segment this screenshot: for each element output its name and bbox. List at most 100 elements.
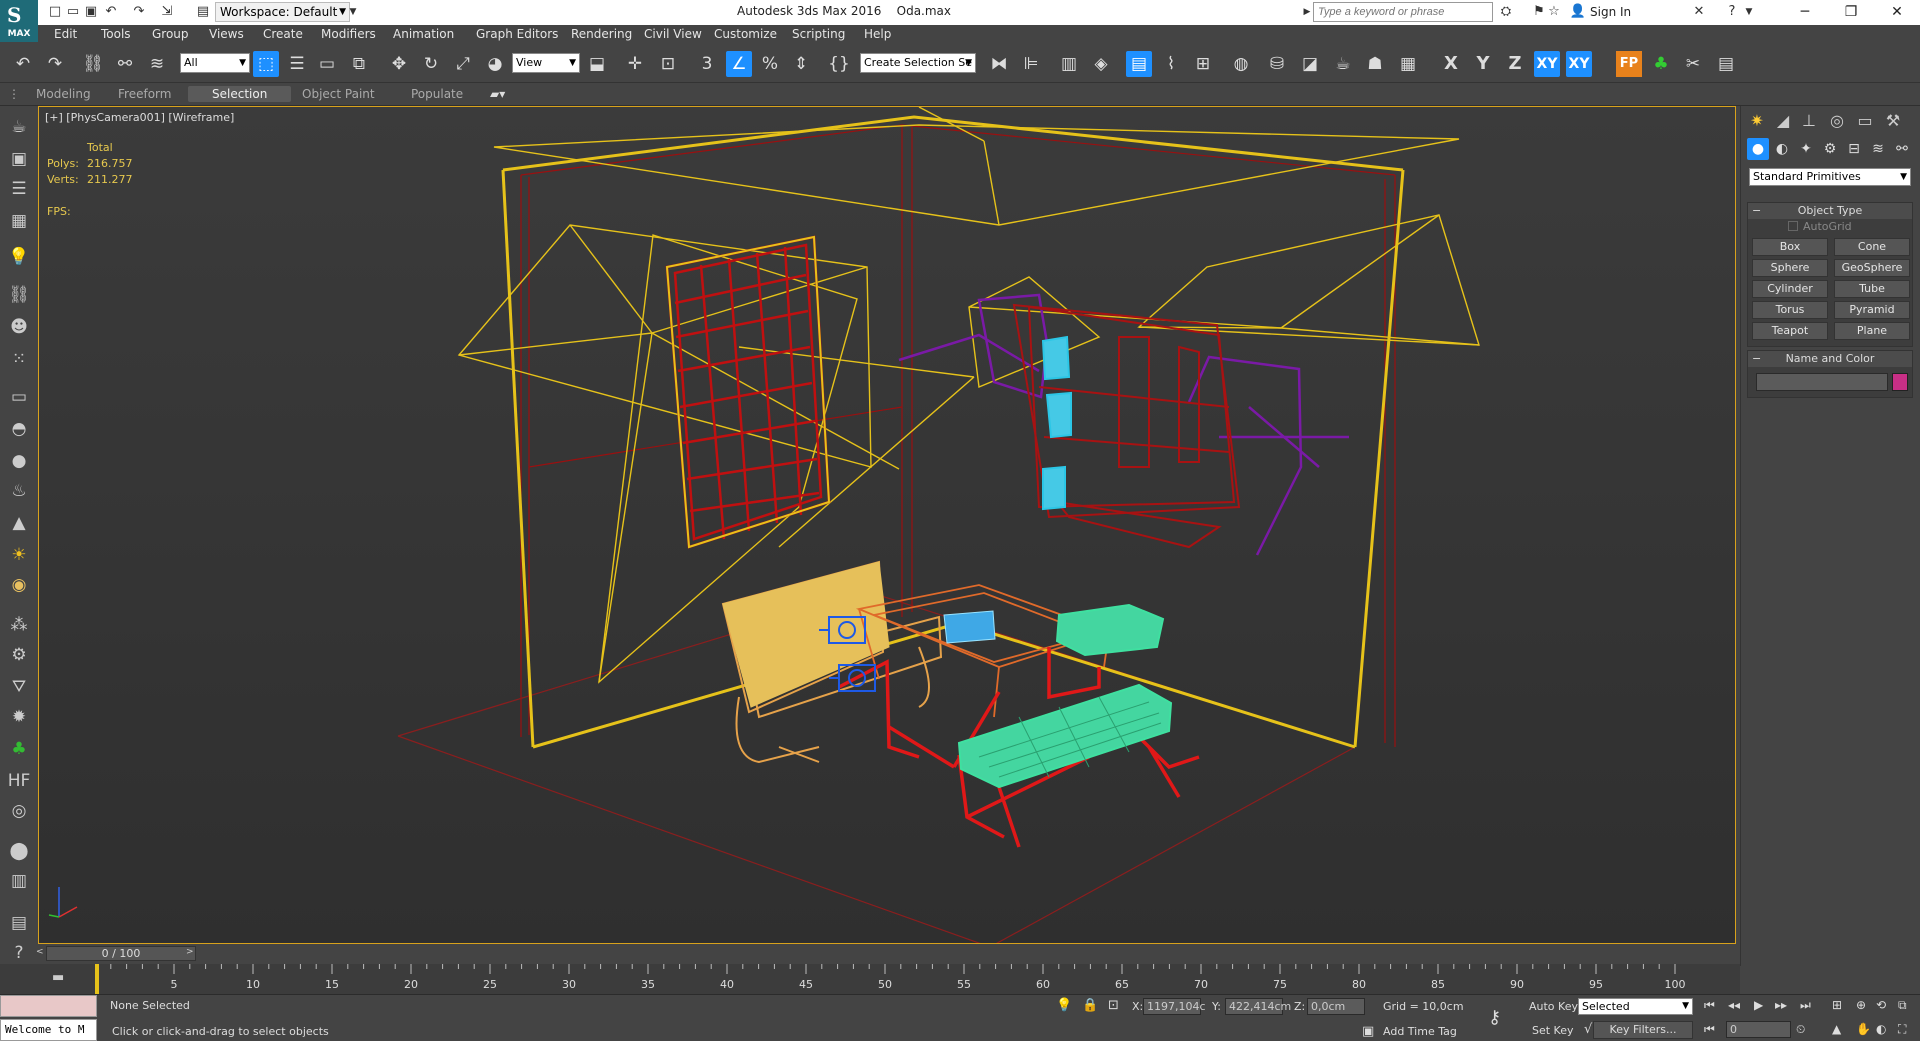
- zoom-all-icon[interactable]: ⊕: [1856, 998, 1866, 1012]
- redo-icon[interactable]: ↷: [42, 51, 68, 77]
- mirror-icon[interactable]: ⧓: [986, 51, 1012, 77]
- plant-icon[interactable]: ♣: [7, 738, 31, 760]
- cone-icon[interactable]: ▲: [7, 512, 31, 534]
- object-type-header[interactable]: − Object Type: [1748, 203, 1912, 219]
- exchange-icon[interactable]: ✕: [1690, 3, 1708, 21]
- object-name-input[interactable]: [1756, 373, 1888, 391]
- menu-tools[interactable]: Tools: [101, 27, 131, 41]
- pivot-center-icon[interactable]: ⬓: [584, 51, 610, 77]
- close-button[interactable]: ✕: [1874, 0, 1920, 25]
- time-tag-icon[interactable]: ▣: [1362, 1024, 1374, 1039]
- angle-snap-icon[interactable]: ∠: [726, 51, 752, 77]
- table-icon[interactable]: ▥: [7, 870, 31, 892]
- hierarchy-tab-icon[interactable]: ⊥: [1797, 109, 1821, 133]
- pyramid-button[interactable]: Pyramid: [1834, 301, 1910, 319]
- selection-filter-dropdown[interactable]: All ▼: [180, 53, 250, 73]
- light-bulb-icon[interactable]: 💡: [7, 246, 31, 268]
- tab-freeform[interactable]: Freeform: [118, 87, 171, 101]
- chain-icon[interactable]: ⛓: [7, 284, 31, 306]
- plane-icon[interactable]: ▭: [7, 386, 31, 408]
- absolute-mode-icon[interactable]: ⊡: [1108, 998, 1119, 1013]
- link-icon[interactable]: ⛓: [80, 51, 106, 77]
- material-ball-icon[interactable]: ◉: [7, 574, 31, 596]
- geometry-icon[interactable]: ●: [1747, 138, 1769, 160]
- move-icon[interactable]: ✥: [386, 51, 412, 77]
- help-circle-icon[interactable]: ?: [7, 942, 31, 964]
- sphere-icon[interactable]: ●: [7, 450, 31, 472]
- render-production-icon[interactable]: ☕: [1330, 51, 1356, 77]
- zoom-extents-icon[interactable]: ⊞: [1832, 998, 1842, 1012]
- render-activeshade-icon[interactable]: ▦: [1395, 51, 1421, 77]
- key-icon[interactable]: ⚷: [1488, 1007, 1501, 1028]
- workspace-dropdown[interactable]: Workspace: Default ▼: [215, 2, 350, 22]
- utilities-tab-icon[interactable]: ⚒: [1881, 109, 1905, 133]
- key-mode-dropdown[interactable]: Selected ▼: [1578, 998, 1693, 1015]
- add-time-tag-button[interactable]: Add Time Tag: [1383, 1025, 1457, 1038]
- select-manipulate-icon[interactable]: ✛: [622, 51, 648, 77]
- tab-selection[interactable]: Selection: [188, 86, 292, 102]
- rect-selection-icon[interactable]: ▭: [314, 51, 340, 77]
- scale-icon[interactable]: ⤢: [450, 51, 476, 77]
- favorites-star-icon[interactable]: ☆: [1545, 3, 1563, 21]
- default-tangents-icon[interactable]: √: [1584, 1022, 1592, 1037]
- scene-explorer-icon[interactable]: ▥: [1056, 51, 1082, 77]
- field-of-view-icon[interactable]: ▲: [1832, 1022, 1841, 1036]
- teapot-icon[interactable]: ☕: [7, 116, 31, 138]
- face-icon[interactable]: ☻: [7, 316, 31, 338]
- tiles-icon[interactable]: ⁙: [7, 348, 31, 370]
- modify-tab-icon[interactable]: ◢: [1771, 109, 1795, 133]
- bind-space-warp-icon[interactable]: ≋: [144, 51, 170, 77]
- percent-snap-icon[interactable]: %: [757, 51, 783, 77]
- motion-tab-icon[interactable]: ◎: [1825, 109, 1849, 133]
- z-coord-field[interactable]: 0,0cm: [1307, 998, 1365, 1015]
- current-frame-field[interactable]: 0: [1726, 1021, 1791, 1038]
- go-to-end-icon[interactable]: ⏭: [1800, 998, 1811, 1013]
- reference-coord-dropdown[interactable]: View ▼: [512, 53, 580, 73]
- maximize-viewport-icon[interactable]: ⧉: [1898, 998, 1907, 1013]
- time-slider-thumb[interactable]: 0 / 100: [46, 946, 196, 961]
- menu-customize[interactable]: Customize: [714, 27, 777, 41]
- app-menu-button[interactable]: S MAX: [0, 0, 38, 42]
- align-icon[interactable]: ⊫: [1018, 51, 1044, 77]
- menu-scripting[interactable]: Scripting: [792, 27, 845, 41]
- viewport-toggle-icon[interactable]: ⛶: [1898, 1022, 1906, 1037]
- viewport-perspective[interactable]: [+] [PhysCamera001] [Wireframe] Total Po…: [38, 106, 1736, 944]
- walk-through-icon[interactable]: ◐: [1876, 1022, 1886, 1036]
- undo-icon[interactable]: ↶: [10, 51, 36, 77]
- set-key-button[interactable]: Set Key: [1532, 1024, 1574, 1037]
- viewport-label[interactable]: [+] [PhysCamera001] [Wireframe]: [45, 111, 234, 124]
- create-tab-icon[interactable]: ✷: [1745, 109, 1769, 133]
- hemisphere-icon[interactable]: ◓: [7, 418, 31, 440]
- orbit-icon[interactable]: ⟲: [1876, 998, 1886, 1012]
- render-iterative-icon[interactable]: ☗: [1362, 51, 1388, 77]
- grid-panel-icon[interactable]: ▦: [7, 210, 31, 232]
- primitive-category-dropdown[interactable]: Standard Primitives ▼: [1749, 168, 1911, 186]
- menu-civil-view[interactable]: Civil View: [644, 27, 702, 41]
- key-mode-toggle-icon[interactable]: ⏮: [1704, 1022, 1715, 1037]
- cone-button[interactable]: Cone: [1834, 238, 1910, 256]
- help-dropdown-icon[interactable]: ▼: [1740, 3, 1758, 21]
- window-crossing-icon[interactable]: ⧉: [346, 51, 372, 77]
- save-file-icon[interactable]: ▣: [82, 3, 100, 21]
- track-ruler[interactable]: 5 10 15 20 25 30 35 40 45 50 55 60 65 70 75 80 85 90 95 100: [94, 964, 1686, 994]
- axis-x-button[interactable]: X: [1438, 51, 1464, 77]
- dynamics-icon[interactable]: ⚙: [7, 644, 31, 666]
- menu-views[interactable]: Views: [209, 27, 244, 41]
- current-frame-marker[interactable]: [95, 964, 99, 994]
- go-to-start-icon[interactable]: ⏮: [1704, 998, 1715, 1013]
- minimize-button[interactable]: ─: [1782, 0, 1828, 25]
- play-icon[interactable]: ▶: [1754, 998, 1763, 1012]
- display-tab-icon[interactable]: ▭: [1853, 109, 1877, 133]
- rotate-icon[interactable]: ↻: [418, 51, 444, 77]
- curve-editor-icon[interactable]: ⌇: [1158, 51, 1184, 77]
- wireframe-scene[interactable]: [39, 107, 1736, 944]
- sun-icon[interactable]: ☀: [7, 544, 31, 566]
- key-filters-button[interactable]: Key Filters...: [1593, 1021, 1693, 1039]
- tube-button[interactable]: Tube: [1834, 280, 1910, 298]
- x-coord-field[interactable]: 1197,104c: [1143, 998, 1206, 1015]
- isolate-selection-icon[interactable]: 💡: [1056, 998, 1072, 1013]
- place-icon[interactable]: ◕: [482, 51, 508, 77]
- sign-in-link[interactable]: Sign In: [1590, 5, 1631, 19]
- snaps-toggle-icon[interactable]: 3: [694, 51, 720, 77]
- axis-z-button[interactable]: Z: [1502, 51, 1528, 77]
